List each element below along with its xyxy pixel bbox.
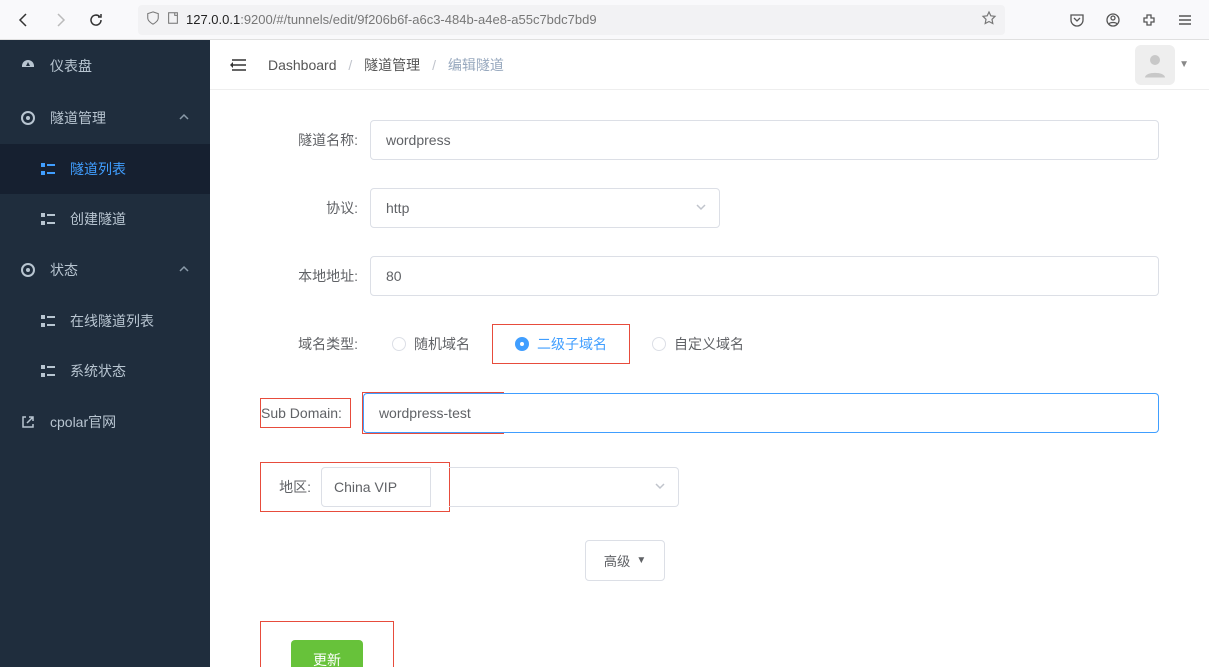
select-protocol[interactable]: http xyxy=(370,188,720,228)
list-icon xyxy=(40,161,58,177)
external-link-icon xyxy=(20,414,38,430)
label-sub-domain: Sub Domain: xyxy=(261,405,346,421)
sidebar-item-dashboard[interactable]: 仪表盘 xyxy=(0,40,210,92)
submit-button-label: 更新 xyxy=(313,652,341,667)
radio-label: 随机域名 xyxy=(414,334,470,354)
url-text: 127.0.0.1:9200/#/tunnels/edit/9f206b6f-a… xyxy=(186,12,597,27)
nav-back-button[interactable] xyxy=(10,6,38,34)
list-icon xyxy=(40,313,58,329)
extensions-icon[interactable] xyxy=(1135,6,1163,34)
radio-custom-domain[interactable]: 自定义域名 xyxy=(630,328,766,360)
account-icon[interactable] xyxy=(1099,6,1127,34)
sidebar-label: 在线隧道列表 xyxy=(70,311,154,331)
radio-label: 自定义域名 xyxy=(674,334,744,354)
nav-forward-button[interactable] xyxy=(46,6,74,34)
radio-label: 二级子域名 xyxy=(537,334,607,354)
sidebar-item-status[interactable]: 状态 xyxy=(0,244,210,296)
shield-icon xyxy=(146,11,160,28)
advanced-button-label: 高级 xyxy=(604,551,631,570)
label-tunnel-name: 隧道名称: xyxy=(260,130,370,150)
breadcrumb-current: 编辑隧道 xyxy=(448,57,504,73)
pocket-icon[interactable] xyxy=(1063,6,1091,34)
input-sub-domain-ext[interactable] xyxy=(503,393,1159,433)
advanced-button[interactable]: 高级 ▼ xyxy=(585,540,666,581)
status-icon xyxy=(20,262,38,278)
grid-icon xyxy=(40,363,58,379)
user-avatar[interactable] xyxy=(1135,45,1175,85)
page-icon xyxy=(166,11,180,28)
sidebar-label: 创建隧道 xyxy=(70,209,126,229)
tunnel-icon xyxy=(20,110,38,126)
topbar: Dashboard / 隧道管理 / 编辑隧道 ▼ xyxy=(210,40,1209,90)
label-region: 地区: xyxy=(261,477,321,497)
chevron-up-icon xyxy=(178,262,190,278)
browser-toolbar: 127.0.0.1:9200/#/tunnels/edit/9f206b6f-a… xyxy=(0,0,1209,40)
sidebar-item-cpolar-site[interactable]: cpolar官网 xyxy=(0,396,210,448)
sidebar-item-system-status[interactable]: 系统状态 xyxy=(0,346,210,396)
breadcrumb: Dashboard / 隧道管理 / 编辑隧道 xyxy=(268,55,504,75)
hamburger-toggle[interactable] xyxy=(230,55,250,75)
grid-icon xyxy=(40,211,58,227)
select-region[interactable] xyxy=(449,467,679,507)
sidebar-label: 隧道列表 xyxy=(70,159,126,179)
sidebar-label: 系统状态 xyxy=(70,361,126,381)
sidebar-label: 状态 xyxy=(50,260,78,280)
sidebar-label: 隧道管理 xyxy=(50,108,106,128)
label-domain-type: 域名类型: xyxy=(260,334,370,354)
nav-reload-button[interactable] xyxy=(82,6,110,34)
edit-tunnel-form: 隧道名称: 协议: http 本地地址: 域名类型: 随机域名 xyxy=(210,90,1209,667)
label-local-addr: 本地地址: xyxy=(260,266,370,286)
avatar-caret-icon[interactable]: ▼ xyxy=(1179,59,1189,70)
radio-group-domain-type: 随机域名 二级子域名 自定义域名 xyxy=(370,324,766,364)
sidebar-label: cpolar官网 xyxy=(50,412,116,432)
select-region-value-box: China VIP xyxy=(321,467,431,507)
breadcrumb-separator: / xyxy=(432,57,436,73)
chevron-down-icon xyxy=(654,479,666,495)
select-protocol-value: http xyxy=(386,200,409,216)
radio-random-domain[interactable]: 随机域名 xyxy=(370,328,492,360)
sidebar-item-create-tunnel[interactable]: 创建隧道 xyxy=(0,194,210,244)
breadcrumb-tunnel-mgmt[interactable]: 隧道管理 xyxy=(364,57,420,73)
content-area: Dashboard / 隧道管理 / 编辑隧道 ▼ 隧道名称: 协议: http xyxy=(210,40,1209,667)
sidebar-item-online-list[interactable]: 在线隧道列表 xyxy=(0,296,210,346)
menu-icon[interactable] xyxy=(1171,6,1199,34)
sidebar-item-tunnel-mgmt[interactable]: 隧道管理 xyxy=(0,92,210,144)
breadcrumb-dashboard[interactable]: Dashboard xyxy=(268,57,337,73)
chevron-up-icon xyxy=(178,110,190,126)
url-bar[interactable]: 127.0.0.1:9200/#/tunnels/edit/9f206b6f-a… xyxy=(138,5,1005,35)
radio-circle-icon xyxy=(515,337,529,351)
label-protocol: 协议: xyxy=(260,198,370,218)
breadcrumb-separator: / xyxy=(348,57,352,73)
sidebar-label: 仪表盘 xyxy=(50,56,92,76)
radio-subdomain[interactable]: 二级子域名 xyxy=(492,324,630,364)
caret-down-icon: ▼ xyxy=(636,555,646,566)
sidebar: 仪表盘 隧道管理 隧道列表 创建隧道 状态 在线隧道列表 系统状态 xyxy=(0,40,210,667)
chevron-down-icon xyxy=(695,200,707,216)
sidebar-item-tunnel-list[interactable]: 隧道列表 xyxy=(0,144,210,194)
dashboard-icon xyxy=(20,58,38,74)
bookmark-star-icon[interactable] xyxy=(981,10,997,29)
radio-circle-icon xyxy=(652,337,666,351)
radio-circle-icon xyxy=(392,337,406,351)
submit-button[interactable]: 更新 xyxy=(291,640,363,667)
input-sub-domain[interactable] xyxy=(363,393,503,433)
input-tunnel-name[interactable] xyxy=(370,120,1159,160)
input-local-addr[interactable] xyxy=(370,256,1159,296)
